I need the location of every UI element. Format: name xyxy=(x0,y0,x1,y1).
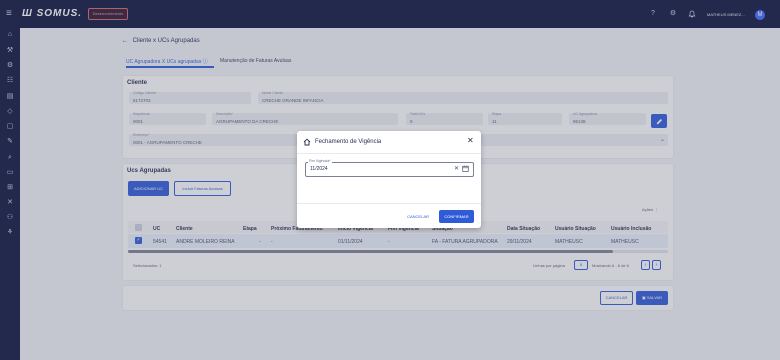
calendar-icon-glyph xyxy=(462,165,469,172)
dialog-cancel-button[interactable]: CANCELAR xyxy=(401,210,435,223)
fim-vigencia-input[interactable] xyxy=(305,162,474,177)
calendar-icon[interactable] xyxy=(462,165,469,174)
fim-vigencia-label: Fim Vigência* xyxy=(308,159,332,163)
close-icon[interactable]: ✕ xyxy=(467,136,474,146)
dialog-footer-divider xyxy=(297,203,481,204)
clear-icon[interactable]: ✕ xyxy=(454,165,459,172)
home-icon-glyph xyxy=(303,138,311,146)
dialog-divider xyxy=(297,153,481,154)
fechamento-vigencia-dialog: Fechamento de Vigência ✕ Fim Vigência* 1… xyxy=(297,131,481,228)
dialog-title: Fechamento de Vigência xyxy=(315,139,382,145)
dialog-confirm-button[interactable]: CONFIRMAR xyxy=(439,210,474,223)
fim-vigencia-value: 11/2024 xyxy=(310,166,328,172)
home-icon xyxy=(303,138,311,148)
